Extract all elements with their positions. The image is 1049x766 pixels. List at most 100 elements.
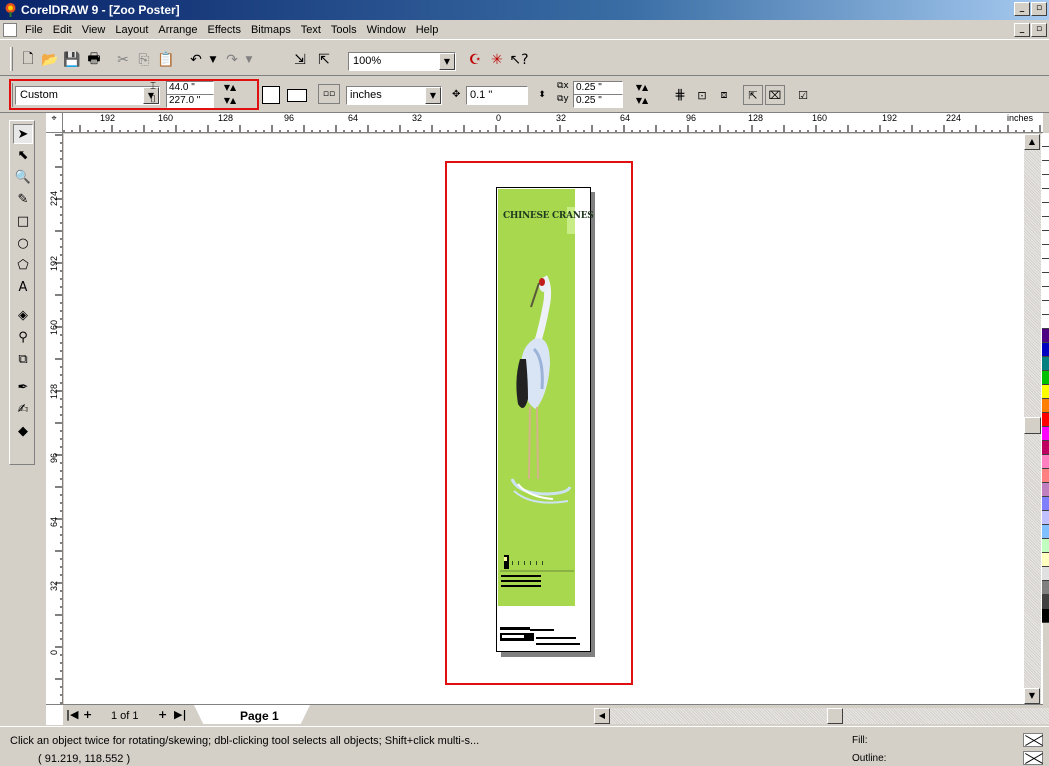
first-page-icon[interactable]: |◀ — [66, 708, 78, 721]
scroll-up-icon[interactable]: ▲ — [1024, 134, 1040, 150]
color-swatch[interactable] — [1042, 525, 1049, 539]
color-swatch[interactable] — [1042, 217, 1049, 231]
options-icon[interactable]: ☑ — [793, 85, 813, 105]
color-swatch[interactable] — [1042, 161, 1049, 175]
color-swatch[interactable] — [1042, 539, 1049, 553]
vertical-ruler[interactable]: 224 192 160 128 96 64 32 0 — [46, 133, 63, 704]
color-swatch[interactable] — [1042, 189, 1049, 203]
portrait-icon[interactable] — [262, 86, 280, 104]
duplicate-x-spinner[interactable]: ▼▲ — [630, 81, 654, 95]
zoom-level-combo[interactable]: 100% ▼ — [348, 52, 456, 71]
fill-none-icon[interactable] — [1023, 733, 1043, 747]
horizontal-scroll-thumb[interactable] — [827, 708, 843, 724]
text-tool-icon[interactable]: A — [13, 278, 33, 298]
duplicate-y-spinner[interactable]: ▼▲ — [630, 94, 654, 108]
menu-text[interactable]: Text — [296, 24, 326, 36]
color-swatch[interactable] — [1042, 329, 1049, 343]
vertical-scroll-thumb[interactable] — [1024, 417, 1041, 434]
undo-dropdown-icon[interactable]: ▼ — [203, 50, 223, 70]
menu-edit[interactable]: Edit — [48, 24, 77, 36]
new-icon[interactable]: 🗋 — [18, 50, 38, 70]
color-swatch[interactable] — [1042, 147, 1049, 161]
toolbar-grip[interactable] — [10, 47, 13, 71]
color-swatch[interactable] — [1042, 287, 1049, 301]
color-swatch[interactable] — [1042, 399, 1049, 413]
export-icon[interactable]: ⇱ — [314, 50, 334, 70]
outline-tool-icon[interactable]: ✍ — [13, 400, 33, 420]
color-swatch[interactable] — [1042, 371, 1049, 385]
restore-button[interactable]: ▫ — [1031, 2, 1047, 16]
color-swatch[interactable] — [1042, 441, 1049, 455]
color-swatch[interactable] — [1042, 497, 1049, 511]
drawing-units-combo[interactable]: inches ▼ — [346, 86, 442, 105]
color-swatch[interactable] — [1042, 133, 1049, 147]
rectangle-tool-icon[interactable]: □ — [13, 212, 33, 232]
color-swatch[interactable] — [1042, 259, 1049, 273]
redo-dropdown-icon[interactable]: ▼ — [239, 50, 259, 70]
chevron-down-icon[interactable]: ▼ — [439, 53, 455, 70]
polygon-tool-icon[interactable]: ⬠ — [13, 256, 33, 276]
menu-window[interactable]: Window — [362, 24, 411, 36]
color-swatch[interactable] — [1042, 231, 1049, 245]
color-swatch[interactable] — [1042, 315, 1049, 329]
whats-this-help-icon[interactable]: ↖? — [509, 50, 529, 70]
fill-tool-icon[interactable]: ◆ — [13, 422, 33, 442]
color-swatch[interactable] — [1042, 567, 1049, 581]
interactive-fill-tool-icon[interactable]: ◈ — [13, 306, 33, 326]
duplicate-y-field[interactable]: 0.25 " — [573, 94, 623, 108]
color-swatch[interactable] — [1042, 553, 1049, 567]
menu-help[interactable]: Help — [411, 24, 444, 36]
color-swatch[interactable] — [1042, 301, 1049, 315]
menu-effects[interactable]: Effects — [203, 24, 246, 36]
color-swatch[interactable] — [1042, 483, 1049, 497]
color-swatch[interactable] — [1042, 203, 1049, 217]
color-swatch[interactable] — [1042, 427, 1049, 441]
ellipse-tool-icon[interactable]: ○ — [13, 234, 33, 254]
nudge-spinner[interactable]: ⬍ — [535, 88, 549, 102]
nudge-offset-field[interactable]: 0.1 " — [466, 86, 528, 105]
application-launcher-icon[interactable]: ☪ — [465, 50, 485, 70]
landscape-icon[interactable] — [287, 89, 307, 102]
corel-online-icon[interactable]: ✳ — [487, 50, 507, 70]
import-icon[interactable]: ⇲ — [290, 50, 310, 70]
snap-to-objects-icon[interactable]: ⧈ — [714, 85, 734, 105]
print-icon[interactable]: 🖶 — [84, 50, 104, 70]
zoom-tool-icon[interactable]: 🔍 — [13, 168, 33, 188]
color-swatch[interactable] — [1042, 175, 1049, 189]
document-icon[interactable] — [3, 23, 17, 37]
eyedropper-tool-icon[interactable]: ✒ — [13, 378, 33, 398]
menu-layout[interactable]: Layout — [110, 24, 153, 36]
horizontal-ruler[interactable]: 192 160 128 96 64 32 0 32 64 96 128 160 … — [46, 113, 1043, 133]
color-swatch[interactable] — [1042, 511, 1049, 525]
outline-none-icon[interactable] — [1023, 751, 1043, 765]
color-swatch[interactable] — [1042, 273, 1049, 287]
scroll-left-icon[interactable]: ◀ — [594, 708, 610, 724]
color-swatch[interactable] — [1042, 595, 1049, 609]
freehand-tool-icon[interactable]: ✎ — [13, 190, 33, 210]
snap-to-grid-icon[interactable]: ⋕ — [670, 85, 690, 105]
duplicate-x-field[interactable]: 0.25 " — [573, 81, 623, 95]
paste-icon[interactable]: 📋 — [156, 50, 176, 70]
color-swatch[interactable] — [1042, 455, 1049, 469]
color-swatch[interactable] — [1042, 357, 1049, 371]
scroll-down-icon[interactable]: ▼ — [1024, 688, 1040, 704]
open-icon[interactable]: 📂 — [40, 50, 60, 70]
interactive-blend-tool-icon[interactable]: ⧉ — [13, 350, 33, 370]
cut-icon[interactable]: ✂ — [113, 50, 133, 70]
interactive-transparency-tool-icon[interactable]: ⚲ — [13, 328, 33, 348]
snap-to-guidelines-icon[interactable]: ⊡ — [692, 85, 712, 105]
color-swatch[interactable] — [1042, 581, 1049, 595]
color-swatch[interactable] — [1042, 413, 1049, 427]
set-default-layout-icon[interactable]: ▫▫ — [318, 84, 340, 104]
menu-bitmaps[interactable]: Bitmaps — [246, 24, 296, 36]
shape-tool-icon[interactable]: ⬉ — [13, 146, 33, 166]
vertical-scrollbar[interactable]: ▲ ▼ — [1024, 134, 1041, 704]
treat-as-filled-icon[interactable]: ⇱ — [743, 85, 763, 105]
pick-tool-icon[interactable]: ➤ — [13, 124, 33, 144]
color-swatch[interactable] — [1042, 469, 1049, 483]
save-icon[interactable]: 💾 — [62, 50, 82, 70]
tab-page-1[interactable]: Page 1 — [194, 705, 310, 724]
menu-arrange[interactable]: Arrange — [153, 24, 202, 36]
add-page-before-icon[interactable]: + — [83, 708, 92, 721]
chevron-down-icon[interactable]: ▼ — [425, 87, 441, 104]
